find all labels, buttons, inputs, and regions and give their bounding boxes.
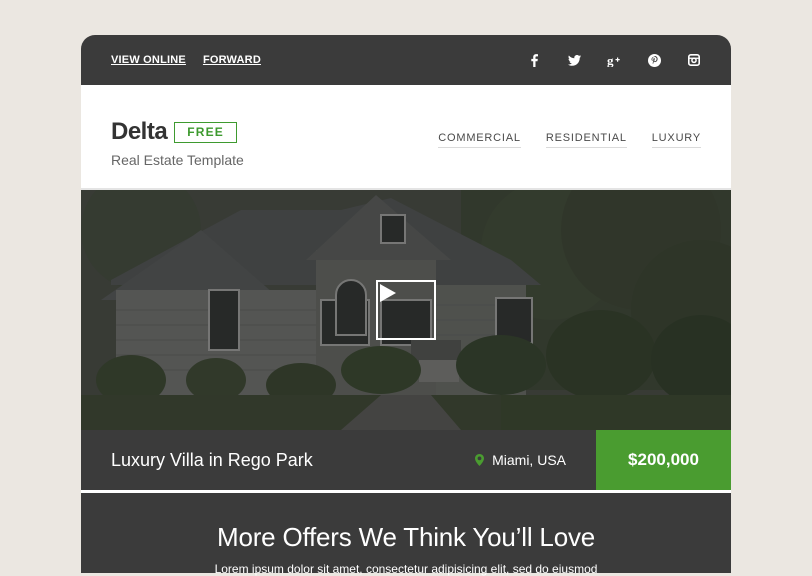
nav-luxury[interactable]: LUXURY (651, 132, 701, 148)
listing-location: Miami, USA (475, 452, 596, 468)
listing-title[interactable]: Luxury Villa in Rego Park (81, 450, 475, 471)
offers-body: Lorem ipsum dolor sit amet, consectetur … (214, 562, 598, 576)
top-links: VIEW ONLINE FORWARD (111, 54, 527, 66)
nav-commercial[interactable]: COMMERCIAL (438, 132, 521, 148)
brand: Delta FREE Real Estate Template (111, 85, 438, 168)
email-container: VIEW ONLINE FORWARD g Delta FREE Real Es… (81, 35, 731, 576)
svg-text:g: g (607, 54, 614, 67)
play-button[interactable] (376, 280, 436, 340)
google-plus-icon[interactable]: g (607, 54, 621, 67)
header: Delta FREE Real Estate Template COMMERCI… (81, 85, 731, 190)
more-offers-section: More Offers We Think You’ll Love Lorem i… (81, 493, 731, 576)
free-badge: FREE (174, 121, 237, 143)
forward-link[interactable]: FORWARD (203, 54, 261, 66)
tagline: Real Estate Template (111, 152, 244, 168)
nav-residential[interactable]: RESIDENTIAL (545, 132, 627, 148)
play-icon (380, 284, 396, 302)
listing-bar: Luxury Villa in Rego Park Miami, USA $20… (81, 430, 731, 490)
twitter-icon[interactable] (567, 54, 581, 66)
view-online-link[interactable]: VIEW ONLINE (111, 54, 186, 66)
hero-image[interactable] (81, 190, 731, 430)
location-text: Miami, USA (492, 452, 566, 468)
social-icons: g (527, 53, 701, 67)
map-pin-icon (475, 454, 485, 466)
top-bar: VIEW ONLINE FORWARD g (81, 35, 731, 85)
instagram-icon[interactable] (687, 54, 701, 66)
pinterest-icon[interactable] (647, 53, 661, 67)
offers-heading: More Offers We Think You’ll Love (216, 522, 596, 552)
main-nav: COMMERCIAL RESIDENTIAL LUXURY (438, 85, 701, 148)
logo[interactable]: Delta (111, 118, 168, 146)
price-tag[interactable]: $200,000 (596, 430, 731, 490)
facebook-icon[interactable] (527, 53, 541, 67)
